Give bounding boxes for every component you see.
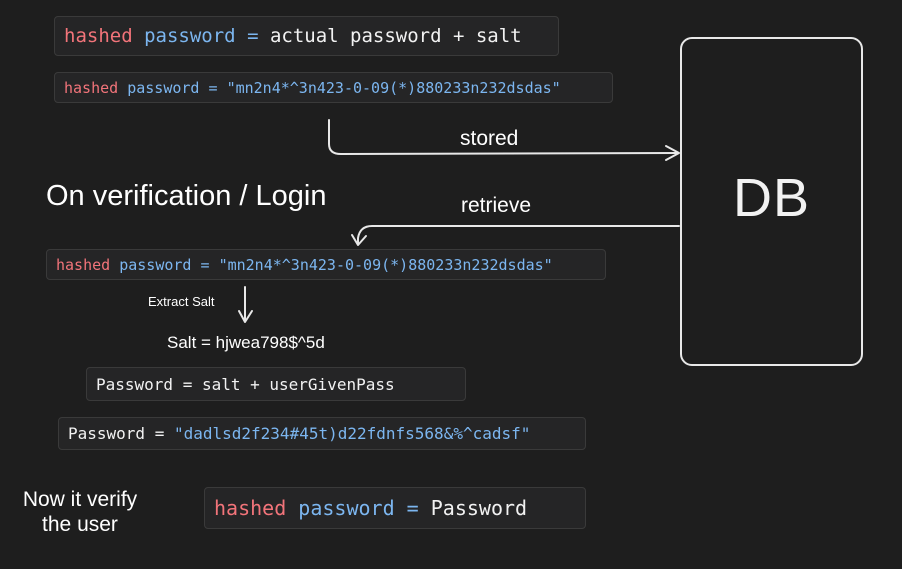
password-value-box: Password = "dadlsd2f234#45t)d22fdnfs568&… — [58, 417, 586, 450]
stored-label: stored — [460, 127, 519, 150]
retrieved-hash-box: hashed password = "mn2n4*^3n423-0-09(*)8… — [46, 249, 606, 280]
retrieve-label: retrieve — [461, 194, 532, 217]
equals-sign: = — [406, 496, 419, 520]
final-compare-box: hashed password = Password — [204, 487, 586, 529]
password-value-string: "dadlsd2f234#45t)d22fdnfs568&%^cadsf" — [173, 424, 531, 443]
hashed-keyword: hashed — [214, 496, 287, 520]
verify-note: Now it verify the user — [10, 487, 150, 537]
final-compare-rhs: Password — [430, 496, 528, 520]
password-keyword: password — [119, 255, 192, 274]
verify-note-line2: the user — [42, 513, 118, 536]
hashed-keyword: hashed — [56, 255, 111, 274]
verification-heading: On verification / Login — [46, 180, 327, 212]
verify-note-line1: Now it verify — [22, 488, 138, 511]
password-formula-text: Password = salt + userGivenPass — [96, 374, 395, 394]
retrieve-arrow — [357, 225, 680, 245]
retrieved-hash-value: "mn2n4*^3n423-0-09(*)880233n232dsdas" — [218, 255, 553, 274]
password-value-label: Password = — [68, 424, 165, 443]
equals-sign: = — [200, 255, 210, 274]
password-keyword: password — [298, 496, 395, 520]
salt-line: Salt = hjwea798$^5d — [167, 333, 325, 352]
db-label: DB — [732, 167, 810, 228]
password-formula-box: Password = salt + userGivenPass — [86, 367, 466, 401]
database-box: DB — [680, 37, 863, 366]
extract-salt-label: Extract Salt — [148, 294, 215, 309]
